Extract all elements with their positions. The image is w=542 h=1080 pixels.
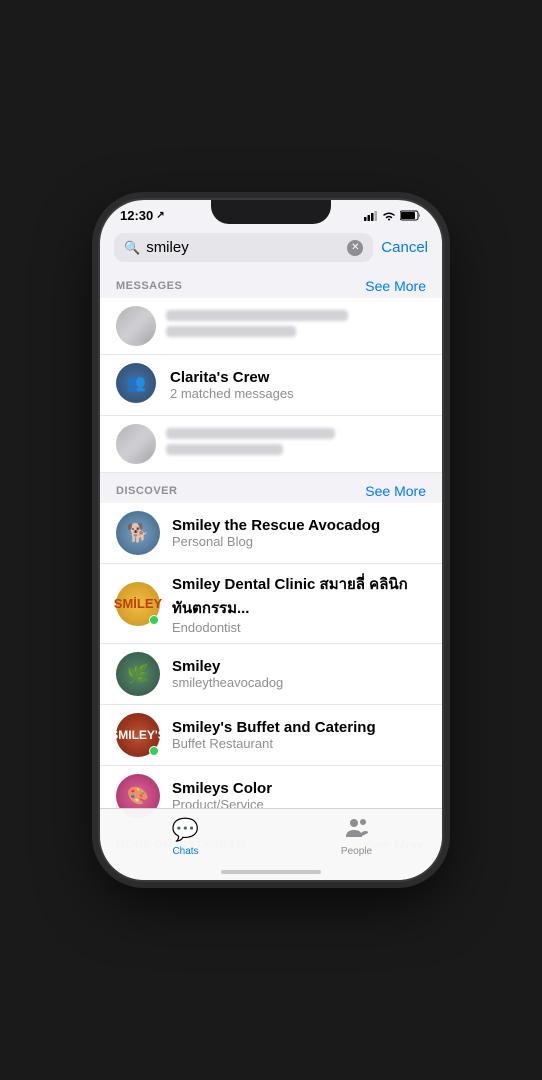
dental-info: Smiley Dental Clinic สมายลี่ คลินิกทันตก… [172,572,426,635]
dental-item[interactable]: SMİLEY Smiley Dental Clinic สมายลี่ คลิน… [100,564,442,644]
buffet-sub: Buffet Restaurant [172,736,426,751]
tab-people[interactable]: People [271,817,442,857]
search-bar: 🔍 smiley ✕ Cancel [100,227,442,268]
dental-avatar: SMİLEY [116,582,160,626]
battery-icon [400,210,422,221]
claritas-crew-item[interactable]: 👥 Clarita's Crew 2 matched messages [100,355,442,416]
scroll-content: MESSAGES See More 👥 Clarita's C [100,268,442,848]
blurred-text-2 [166,428,426,460]
avocadog-name: Smiley the Rescue Avocadog [172,517,426,534]
status-time: 12:30 [120,208,153,223]
buffet-item[interactable]: SMILEY'S Smiley's Buffet and Catering Bu… [100,705,442,766]
location-icon: ↗ [156,210,164,221]
dental-sub: Endodontist [172,620,426,635]
blurred-message-row-1[interactable] [100,298,442,355]
status-icons [364,210,422,221]
blurred-message-row-2[interactable] [100,416,442,473]
smiley-item[interactable]: 🌿 Smiley smileytheavocadog [100,644,442,705]
clear-button[interactable]: ✕ [347,240,363,256]
phone-frame: 12:30 ↗ [100,200,442,880]
search-icon: 🔍 [124,240,140,256]
home-indicator [221,870,321,874]
dental-name: Smiley Dental Clinic สมายลี่ คลินิกทันตก… [172,572,426,620]
chats-label: Chats [172,846,198,857]
wifi-icon [382,211,396,221]
claritas-crew-name: Clarita's Crew [170,369,426,386]
dental-online-dot [149,615,159,625]
smileys-color-name: Smileys Color [172,780,426,797]
chats-icon: 💬 [172,817,199,843]
people-label: People [341,846,372,857]
smiley-info: Smiley smileytheavocadog [172,658,426,690]
search-input-wrapper[interactable]: 🔍 smiley ✕ [114,233,373,262]
buffet-avatar: SMILEY'S [116,713,160,757]
smiley-sub: smileytheavocadog [172,675,426,690]
search-text: smiley [146,239,341,256]
tab-chats[interactable]: 💬 Chats [100,817,271,857]
smiley-avatar: 🌿 [116,652,160,696]
messages-section-header: MESSAGES See More [100,268,442,298]
buffet-online-dot [149,746,159,756]
people-icon [345,817,369,843]
buffet-info: Smiley's Buffet and Catering Buffet Rest… [172,719,426,751]
discover-section-header: DISCOVER See More [100,473,442,503]
signal-icon [364,211,378,221]
messages-see-more[interactable]: See More [365,278,426,294]
smiley-name: Smiley [172,658,426,675]
avocadog-avatar: 🐕 [116,511,160,555]
blurred-avatar-2 [116,424,156,464]
blurred-avatar-1 [116,306,156,346]
notch [211,200,331,224]
messages-title: MESSAGES [116,280,182,292]
buffet-name: Smiley's Buffet and Catering [172,719,426,736]
avocadog-sub: Personal Blog [172,534,426,549]
avocadog-info: Smiley the Rescue Avocadog Personal Blog [172,517,426,549]
claritas-crew-avatar: 👥 [116,363,160,407]
avocadog-item[interactable]: 🐕 Smiley the Rescue Avocadog Personal Bl… [100,503,442,564]
claritas-crew-sub: 2 matched messages [170,386,426,401]
blurred-text-1 [166,310,426,342]
discover-see-more[interactable]: See More [365,483,426,499]
phone-inner: 12:30 ↗ [100,200,442,880]
discover-title: DISCOVER [116,485,177,497]
cancel-button[interactable]: Cancel [381,239,428,256]
claritas-crew-content: Clarita's Crew 2 matched messages [170,369,426,401]
